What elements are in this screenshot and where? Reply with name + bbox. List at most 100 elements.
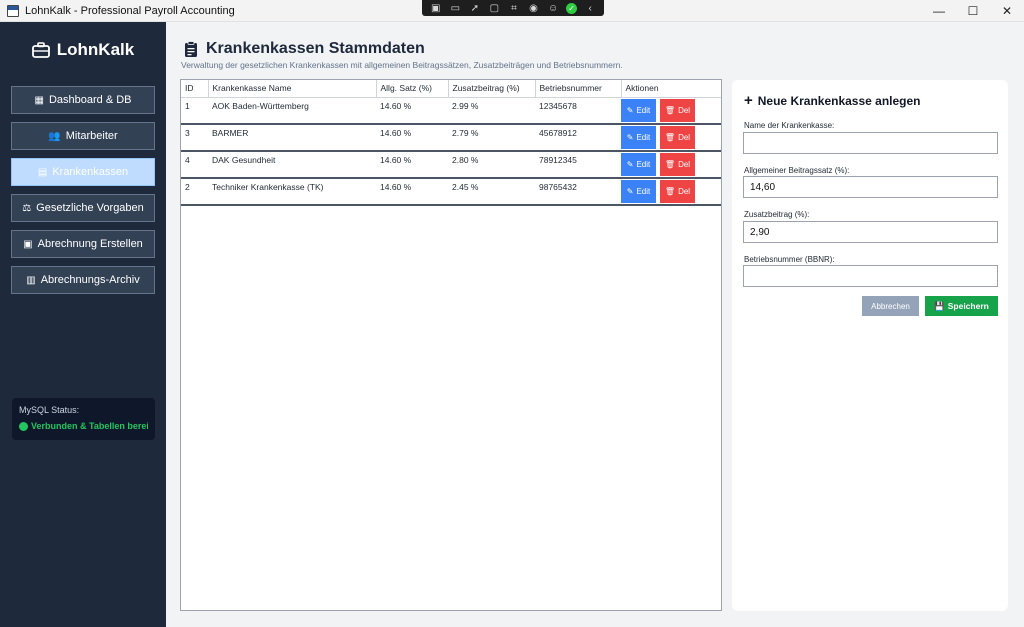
gamepad-icon[interactable]: ◉ — [527, 3, 540, 14]
sidebar-item-label: Mitarbeiter — [65, 130, 118, 142]
sidebar-item-dashboard[interactable]: ▦ Dashboard & DB — [11, 86, 155, 114]
sidebar-item-krankenkassen[interactable]: ▤ Krankenkassen — [11, 158, 155, 186]
screen-tools-overlay: ▣ ▭ ➚ ▢ ⌗ ◉ ☺ ✓ ‹ — [422, 0, 604, 16]
delete-button[interactable]: 🗑 Del — [660, 180, 695, 203]
clipboard-icon — [185, 40, 197, 57]
table-row[interactable]: 4 DAK Gesundheit 14.60 % 2.80 % 78912345… — [181, 151, 721, 179]
sidebar: LohnKalk ▦ Dashboard & DB 👥 Mitarbeiter … — [0, 22, 166, 627]
archive-icon: ▥ — [26, 274, 36, 286]
accessibility-icon[interactable]: ☺ — [547, 3, 560, 14]
cell-rate: 14.60 % — [376, 151, 448, 179]
name-field-label: Name der Krankenkasse: — [744, 121, 835, 130]
sidebar-item-abrechnungs-archiv[interactable]: ▥ Abrechnungs-Archiv — [11, 266, 155, 294]
sidebar-item-label: Krankenkassen — [52, 166, 129, 178]
extra-input[interactable] — [743, 221, 998, 243]
delete-button[interactable]: 🗑 Del — [660, 153, 695, 176]
mysql-status-value: Verbunden & Tabellen bereit — [31, 421, 148, 431]
sidebar-item-mitarbeiter[interactable]: 👥 Mitarbeiter — [11, 122, 155, 150]
column-header-rate[interactable]: Allg. Satz (%) — [376, 80, 449, 98]
delete-button[interactable]: 🗑 Del — [660, 98, 695, 122]
krankenkassen-table: ID Krankenkasse Name Allg. Satz (%) Zusa… — [180, 79, 722, 611]
close-button[interactable]: ✕ — [990, 0, 1024, 22]
cell-extra: 2.99 % — [448, 97, 535, 125]
document-icon: ▤ — [37, 166, 48, 178]
rate-input[interactable] — [743, 176, 998, 198]
page-title-text: Krankenkassen Stammdaten — [206, 40, 425, 57]
cell-extra: 2.80 % — [448, 151, 535, 179]
maximize-button[interactable]: ☐ — [956, 0, 990, 22]
window-title: LohnKalk - Professional Payroll Accounti… — [25, 4, 235, 17]
rate-field-label: Allgemeiner Beitragssatz (%): — [744, 166, 850, 175]
column-header-number[interactable]: Betriebsnummer — [535, 80, 622, 98]
cell-extra: 2.79 % — [448, 124, 535, 152]
mysql-status-box: MySQL Status: Verbunden & Tabellen berei… — [12, 398, 155, 440]
region-icon[interactable]: ⌗ — [507, 3, 520, 14]
cell-actions: ✎ Edit 🗑 Del — [621, 151, 721, 179]
edit-button[interactable]: ✎ Edit — [621, 180, 656, 203]
edit-button[interactable]: ✎ Edit — [621, 98, 656, 122]
plus-icon: + — [744, 92, 753, 109]
bbnr-input[interactable] — [743, 265, 998, 287]
table-row[interactable]: 1 AOK Baden-Württemberg 14.60 % 2.99 % 1… — [181, 97, 721, 125]
pencil-icon: ✎ — [626, 160, 634, 169]
screenshot-icon[interactable]: ▣ — [429, 3, 442, 14]
page-subtitle: Verwaltung der gesetzlichen Krankenkasse… — [181, 60, 623, 70]
cursor-icon[interactable]: ➚ — [468, 3, 481, 14]
table-header-row: ID Krankenkasse Name Allg. Satz (%) Zusa… — [181, 80, 721, 98]
name-input[interactable] — [743, 132, 998, 154]
form-title-text: Neue Krankenkasse anlegen — [757, 93, 921, 108]
edit-button-label: Edit — [636, 133, 651, 142]
camera-icon[interactable]: ▭ — [449, 3, 462, 14]
column-header-actions[interactable]: Aktionen — [621, 80, 721, 98]
cell-rate: 14.60 % — [376, 124, 448, 152]
trash-icon: 🗑 — [664, 105, 676, 115]
delete-button[interactable]: 🗑 Del — [660, 126, 695, 149]
cell-actions: ✎ Edit 🗑 Del — [621, 178, 721, 206]
table-row[interactable]: 3 BARMER 14.60 % 2.79 % 45678912 ✎ Edit 🗑 D… — [181, 124, 721, 152]
cancel-button[interactable]: Abbrechen — [862, 296, 919, 316]
cell-actions: ✎ Edit 🗑 Del — [621, 97, 721, 125]
app-icon — [7, 4, 19, 17]
mysql-status-text: Verbunden & Tabellen bereit — [19, 421, 148, 431]
sidebar-item-label: Abrechnungs-Archiv — [40, 274, 140, 286]
pencil-icon: ✎ — [626, 187, 634, 196]
cell-rate: 14.60 % — [376, 178, 448, 206]
chevron-left-icon[interactable]: ‹ — [584, 3, 597, 14]
status-dot-icon — [19, 421, 28, 431]
cell-id: 3 — [181, 124, 208, 152]
edit-button[interactable]: ✎ Edit — [621, 126, 656, 149]
form-title: + Neue Krankenkasse anlegen — [744, 92, 921, 109]
new-krankenkasse-form: + Neue Krankenkasse anlegen Name der Kra… — [732, 80, 1008, 611]
edit-button[interactable]: ✎ Edit — [621, 153, 656, 176]
save-button-label: Speichern — [947, 301, 989, 311]
sidebar-item-gesetzliche-vorgaben[interactable]: ⚖ Gesetzliche Vorgaben — [11, 194, 155, 222]
cell-name: BARMER — [208, 124, 376, 152]
trash-icon: 🗑 — [664, 160, 676, 169]
cell-id: 2 — [181, 178, 208, 206]
pencil-icon: ✎ — [626, 105, 634, 115]
cell-number: 45678912 — [535, 124, 621, 152]
mysql-status-label: MySQL Status: — [19, 405, 80, 415]
cell-name: AOK Baden-Württemberg — [208, 97, 376, 125]
data-table: ID Krankenkasse Name Allg. Satz (%) Zusa… — [181, 80, 721, 206]
check-icon[interactable]: ✓ — [566, 2, 578, 14]
delete-button-label: Del — [678, 160, 691, 169]
save-button[interactable]: 💾 Speichern — [925, 296, 998, 316]
pencil-icon: ✎ — [626, 133, 634, 142]
cell-number: 12345678 — [535, 97, 621, 125]
people-icon: ⚖ — [22, 202, 32, 214]
column-header-id[interactable]: ID — [181, 80, 209, 98]
chart-icon: ▦ — [34, 94, 44, 106]
minimize-button[interactable]: — — [922, 0, 956, 22]
brand: LohnKalk — [0, 40, 166, 60]
main-content: Krankenkassen Stammdaten Verwaltung der … — [166, 22, 1024, 627]
sidebar-item-label: Dashboard & DB — [48, 94, 132, 106]
extra-field-label: Zusatzbeitrag (%): — [744, 210, 810, 219]
sidebar-item-abrechnung-erstellen[interactable]: ▣ Abrechnung Erstellen — [11, 230, 155, 258]
column-header-name[interactable]: Krankenkasse Name — [208, 80, 377, 98]
window-icon[interactable]: ▢ — [488, 3, 501, 14]
trash-icon: 🗑 — [664, 133, 676, 142]
calculator-icon: ▣ — [23, 238, 33, 250]
column-header-extra[interactable]: Zusatzbeitrag (%) — [448, 80, 536, 98]
table-row[interactable]: 2 Techniker Krankenkasse (TK) 14.60 % 2.… — [181, 178, 721, 206]
